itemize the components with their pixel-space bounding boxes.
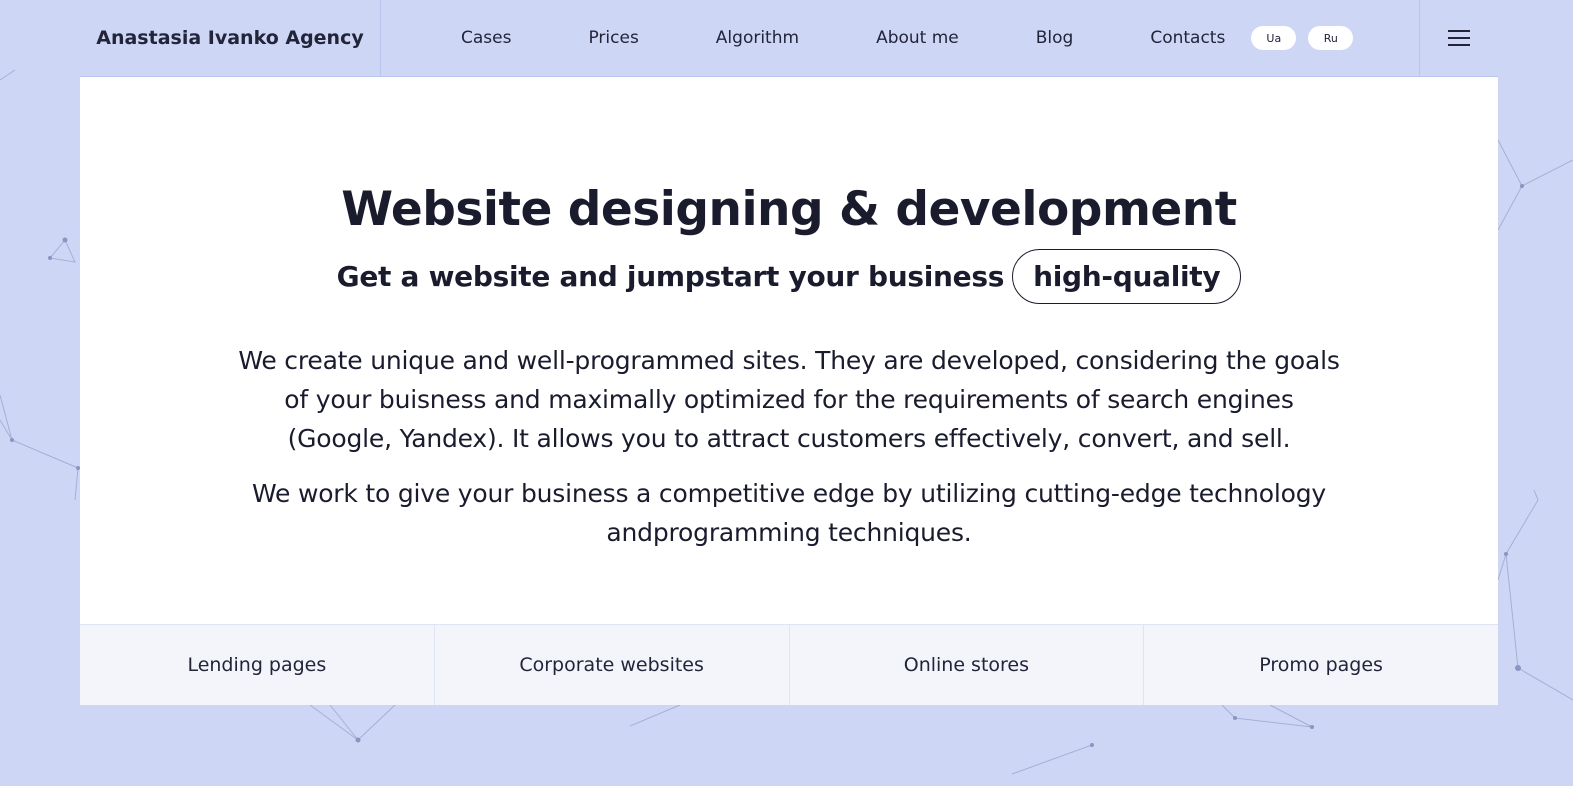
hero-paragraph-1: We create unique and well-programmed sit… [238,346,1340,453]
lang-ua-button[interactable]: Ua [1251,26,1297,50]
page-container: Anastasia Ivanko Agency Cases Prices Alg… [80,0,1498,705]
language-switcher: Ua Ru [1251,26,1354,50]
hero-pill-badge: high-quality [1012,249,1242,304]
nav-contacts[interactable]: Contacts [1150,28,1225,48]
service-corporate-websites[interactable]: Corporate websites [435,625,790,705]
site-header: Anastasia Ivanko Agency Cases Prices Alg… [80,0,1498,77]
nav-about-me[interactable]: About me [876,28,959,48]
hamburger-icon [1448,30,1470,46]
nav-blog[interactable]: Blog [1036,28,1074,48]
main-nav: Cases Prices Algorithm About me Blog Con… [381,0,1419,76]
hero-subtitle: Get a website and jumpstart your busines… [80,249,1498,304]
nav-cases[interactable]: Cases [461,28,511,48]
services-tabs: Lending pages Corporate websites Online … [80,624,1498,705]
brand-logo[interactable]: Anastasia Ivanko Agency [80,0,381,76]
nav-algorithm[interactable]: Algorithm [716,28,799,48]
service-promo-pages[interactable]: Promo pages [1144,625,1498,705]
hamburger-menu-button[interactable] [1419,0,1498,76]
service-online-stores[interactable]: Online stores [790,625,1145,705]
nav-prices[interactable]: Prices [588,28,638,48]
lang-ru-button[interactable]: Ru [1308,26,1354,50]
service-lending-pages[interactable]: Lending pages [80,625,435,705]
hero-subtitle-text: Get a website and jumpstart your busines… [336,260,1005,293]
hero-section: Website designing & development Get a we… [80,77,1498,624]
hero-paragraph-2: We work to give your business a competit… [251,479,1327,547]
hero-title: Website designing & development [341,182,1237,237]
